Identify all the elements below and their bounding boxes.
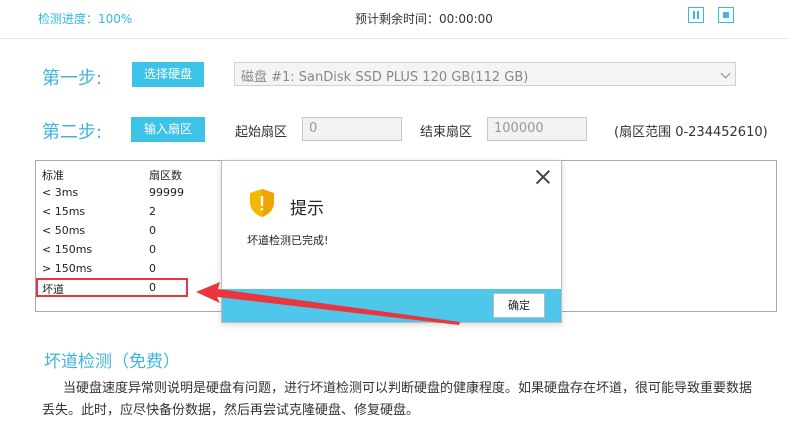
select-disk-button[interactable]: 选择硬盘 xyxy=(132,62,204,87)
row-value: 99999 xyxy=(149,186,184,199)
dialog-title: 提示 xyxy=(290,199,324,219)
dialog-footer: 确定 xyxy=(222,289,561,322)
row-value: 0 xyxy=(149,243,156,256)
ok-button[interactable]: 确定 xyxy=(493,293,545,318)
section-paragraph: 当硬盘速度异常则说明是硬盘有问题，进行坏道检测可以判断硬盘的健康程度。如果硬盘存… xyxy=(42,381,753,418)
disk-select[interactable]: 磁盘 #1: SanDisk SSD PLUS 120 GB(112 GB) xyxy=(234,62,736,86)
start-sector-label: 起始扇区 xyxy=(235,125,288,140)
dialog-message: 坏道检测已完成! xyxy=(247,234,329,247)
row-label: > 150ms xyxy=(42,262,93,275)
remaining-time-text: 预计剩余时间：00:00:00 xyxy=(355,12,493,26)
row-value: 2 xyxy=(149,205,156,218)
progress-text: 检测进度：100% xyxy=(38,12,133,26)
bad-sector-highlight-box xyxy=(36,278,188,297)
chevron-down-icon xyxy=(720,68,731,79)
row-label: < 3ms xyxy=(42,186,79,199)
close-icon[interactable] xyxy=(535,169,551,185)
notice-dialog: 提示 坏道检测已完成! 确定 xyxy=(221,160,562,323)
shield-warning-icon xyxy=(250,189,274,217)
step1-label: 第一步: xyxy=(42,68,103,89)
stop-icon[interactable] xyxy=(718,7,734,23)
sector-range-text: (扇区范围 0-234452610) xyxy=(614,125,768,140)
row-label: < 150ms xyxy=(42,243,93,256)
row-label: < 15ms xyxy=(42,205,86,218)
row-label: < 50ms xyxy=(42,224,86,237)
row-value: 0 xyxy=(149,224,156,237)
start-sector-input[interactable]: 0 xyxy=(302,117,402,141)
step2-label: 第二步: xyxy=(42,122,103,143)
header-sector-count: 扇区数 xyxy=(149,169,182,182)
section-title: 坏道检测（免费） xyxy=(44,352,180,372)
end-sector-input[interactable]: 100000 xyxy=(487,117,587,141)
header-standard: 标准 xyxy=(42,169,64,182)
input-sector-button[interactable]: 输入扇区 xyxy=(131,117,205,142)
disk-select-value: 磁盘 #1: SanDisk SSD PLUS 120 GB(112 GB) xyxy=(241,70,529,85)
pause-icon[interactable] xyxy=(688,7,704,23)
top-bar: 检测进度：100% 预计剩余时间：00:00:00 xyxy=(0,0,790,39)
end-sector-label: 结束扇区 xyxy=(420,125,473,140)
row-value: 0 xyxy=(149,262,156,275)
